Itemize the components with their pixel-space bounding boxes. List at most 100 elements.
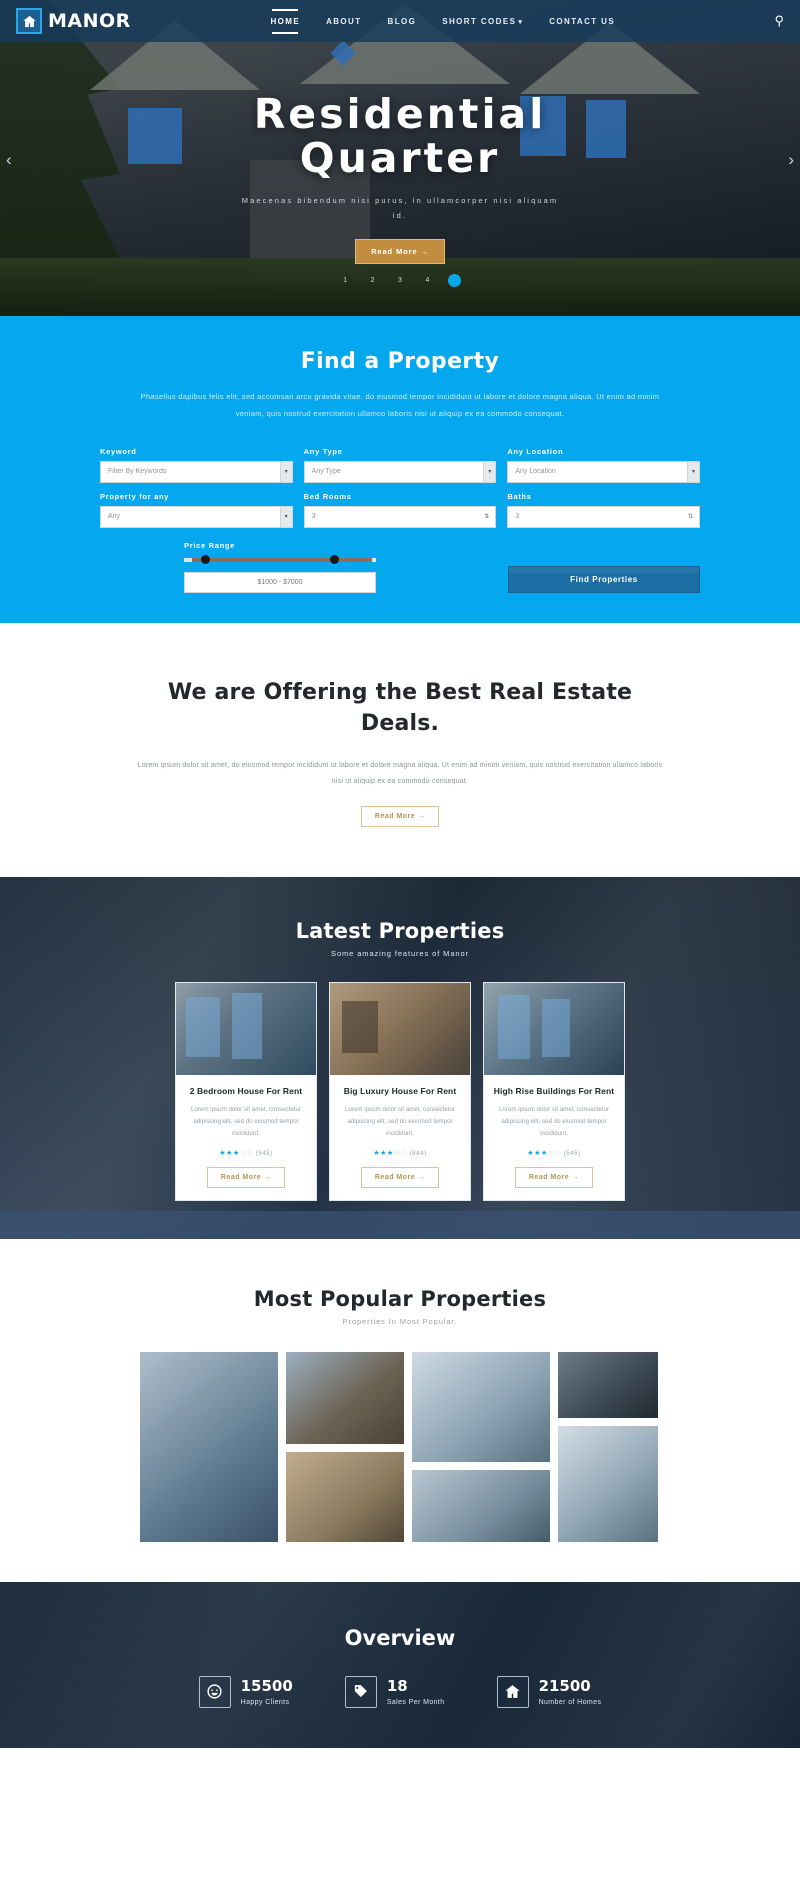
rating-count: (884) <box>409 1150 427 1157</box>
stepper-icon[interactable]: ⇅ <box>686 507 695 527</box>
gallery-image[interactable] <box>412 1469 550 1542</box>
property-button-wrap: Read More → <box>484 1166 624 1188</box>
find-property-section: Find a Property Phasellus dapibus felis … <box>0 316 800 623</box>
property-title: High Rise Buildings For Rent <box>493 1086 615 1097</box>
property-button-wrap: Read More → <box>330 1166 470 1188</box>
property-rating: ★★★☆☆ (545) <box>484 1149 624 1157</box>
stat-number: 21500 <box>538 1676 591 1695</box>
decorative-window <box>542 999 570 1058</box>
gallery-image[interactable] <box>286 1351 404 1444</box>
tag-icon <box>344 1675 377 1708</box>
property-image <box>330 983 470 1076</box>
property-card[interactable]: 2 Bedroom House For Rent Lorem ipsum dol… <box>175 982 317 1201</box>
property-button-wrap: Read More → <box>176 1166 316 1188</box>
property-for-any-select[interactable]: Any ▾ <box>100 505 293 528</box>
latest-properties-section: Latest Properties Some amazing features … <box>0 877 800 1239</box>
baths-value: 3 <box>515 513 520 520</box>
offering-read-more-button[interactable]: Read More → <box>360 806 440 828</box>
find-property-title: Find a Property <box>300 349 500 374</box>
gallery-image[interactable] <box>286 1451 404 1542</box>
gallery-column <box>140 1351 278 1542</box>
slider-dot-1[interactable]: 1 <box>339 274 352 287</box>
rating-count: (545) <box>255 1150 273 1157</box>
overview-stats: 15500 Happy Clients 18 Sales Per Month 2… <box>0 1675 800 1708</box>
nav-item-about[interactable]: ABOUT <box>326 11 361 32</box>
any-location-select[interactable]: Any Location ▾ <box>507 460 701 483</box>
property-read-more-button[interactable]: Read More → <box>360 1166 440 1188</box>
keyword-select[interactable]: Filter By Keywords ▾ <box>100 460 293 483</box>
search-icon[interactable]: ⚲ <box>774 13 784 29</box>
field-keyword: Keyword Filter By Keywords ▾ <box>100 447 293 483</box>
any-type-select[interactable]: Any Type ▾ <box>303 460 497 483</box>
chevron-down-icon: ▾ <box>279 461 292 482</box>
form-row-3: Price Range $1000 - $7000 Find Propertie… <box>100 537 700 593</box>
property-card[interactable]: Big Luxury House For Rent Lorem ipsum do… <box>329 982 471 1201</box>
stat-sales-per-month: 18 Sales Per Month <box>344 1675 445 1708</box>
rating-count: (545) <box>563 1150 581 1157</box>
offering-title: We are Offering the Best Real Estate Dea… <box>167 679 633 737</box>
price-range-slider[interactable] <box>184 554 376 564</box>
keyword-value: Filter By Keywords <box>108 468 167 475</box>
baths-stepper[interactable]: 3 ⇅ <box>507 505 701 528</box>
hero-title-line2: Quarter <box>299 134 501 183</box>
chevron-down-icon: ▾ <box>279 506 292 527</box>
gallery-image[interactable] <box>558 1351 658 1418</box>
price-range-value: $1000 - $7000 <box>184 571 376 593</box>
rating-stars-filled: ★★★ <box>373 1149 394 1157</box>
gallery-image[interactable] <box>558 1425 658 1542</box>
decorative-window <box>232 993 262 1060</box>
latest-properties-header: Latest Properties Some amazing features … <box>0 919 800 958</box>
field-bed-rooms: Bed Rooms 3 ⇅ <box>303 492 497 528</box>
price-range-block: Price Range $1000 - $7000 <box>184 541 376 593</box>
rating-stars-filled: ★★★ <box>219 1149 240 1157</box>
nav-item-contact-us[interactable]: CONTACT US <box>549 11 615 32</box>
property-read-more-button[interactable]: Read More → <box>514 1166 594 1188</box>
property-card-list: 2 Bedroom House For Rent Lorem ipsum dol… <box>0 982 800 1201</box>
property-title: Big Luxury House For Rent <box>343 1086 457 1097</box>
gallery-column <box>558 1351 658 1542</box>
hero-content: Residential Quarter Maecenas bibendum ni… <box>0 92 800 264</box>
field-label-baths: Baths <box>507 491 532 501</box>
field-property-for-any: Property for any Any ▾ <box>100 492 293 528</box>
field-label-keyword: Keyword <box>100 446 137 456</box>
stat-text: 21500 Number of Homes <box>539 1678 602 1706</box>
slider-handle-min[interactable] <box>201 554 211 564</box>
property-search-form: Keyword Filter By Keywords ▾ Any Type An… <box>100 447 701 593</box>
gallery-image[interactable] <box>140 1351 278 1542</box>
slider-next-button[interactable]: › <box>788 150 794 170</box>
find-properties-button[interactable]: Find Properties <box>508 565 700 593</box>
slider-handle-max[interactable] <box>329 554 339 564</box>
site-logo[interactable]: MANOR <box>16 8 131 34</box>
property-rating: ★★★☆☆ (545) <box>176 1149 316 1157</box>
property-for-any-value: Any <box>108 513 121 520</box>
property-image <box>176 983 316 1076</box>
property-card[interactable]: High Rise Buildings For Rent Lorem ipsum… <box>483 982 625 1201</box>
slider-dot-active[interactable] <box>448 274 462 288</box>
property-rating: ★★★☆☆ (884) <box>330 1149 470 1157</box>
hero-read-more-button[interactable]: Read More → <box>355 238 445 264</box>
property-read-more-button[interactable]: Read More → <box>206 1166 286 1188</box>
field-baths: Baths 3 ⇅ <box>507 491 701 528</box>
gallery-image[interactable] <box>412 1351 550 1462</box>
slider-range <box>191 557 373 562</box>
site-header: MANOR HOME ABOUT BLOG SHORT CODES ▾ CONTA… <box>0 0 800 42</box>
hero-subtitle: Maecenas bibendum nisi purus, in ullamco… <box>241 195 559 220</box>
any-type-value: Any Type <box>311 468 341 475</box>
slider-dot-2[interactable]: 2 <box>366 274 379 287</box>
chevron-down-icon: ▾ <box>687 461 700 482</box>
nav-item-blog[interactable]: BLOG <box>388 11 417 32</box>
nav-item-short-codes[interactable]: SHORT CODES ▾ <box>442 11 523 32</box>
stepper-icon[interactable]: ⇅ <box>482 507 491 527</box>
bed-rooms-value: 3 <box>311 513 316 520</box>
gallery-column <box>286 1351 404 1542</box>
bed-rooms-stepper[interactable]: 3 ⇅ <box>303 505 497 528</box>
latest-properties-title: Latest Properties <box>295 919 505 944</box>
home-icon <box>16 8 42 34</box>
offering-section: We are Offering the Best Real Estate Dea… <box>0 622 800 878</box>
nav-item-home[interactable]: HOME <box>270 8 300 34</box>
slider-prev-button[interactable]: ‹ <box>6 150 12 170</box>
slider-dot-4[interactable]: 4 <box>421 274 434 287</box>
logo-text: MANOR <box>48 10 131 32</box>
gallery-column <box>412 1351 550 1542</box>
slider-dot-3[interactable]: 3 <box>394 274 407 287</box>
